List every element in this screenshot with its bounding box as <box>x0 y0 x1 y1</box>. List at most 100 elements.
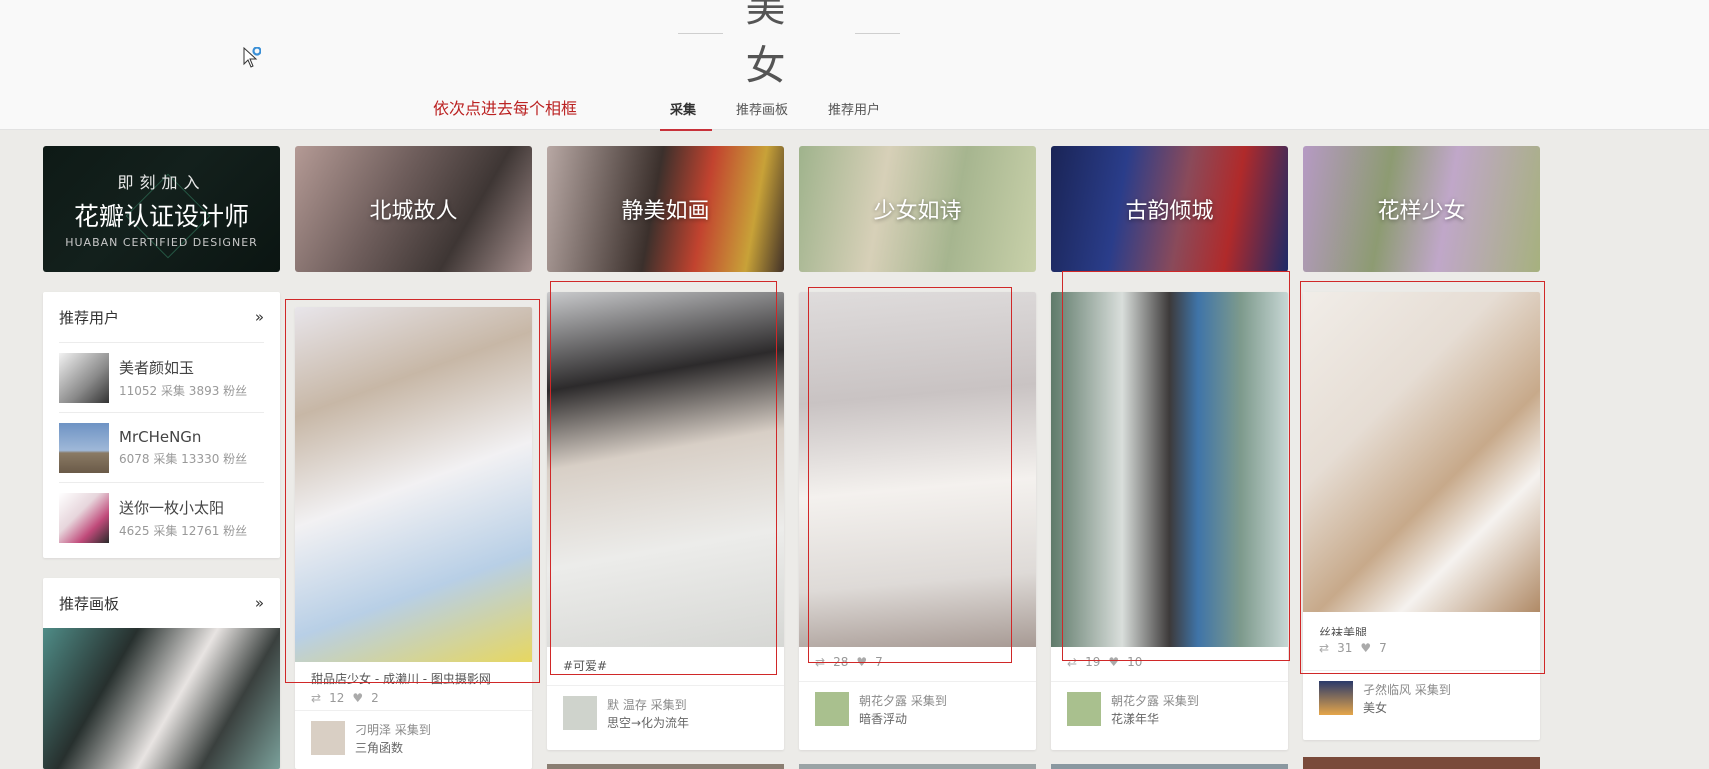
banner-tile-label: 花样少女 <box>1377 199 1466 224</box>
category-title-wrap: 美女 <box>678 0 901 89</box>
collector-info: 朝花夕露 采集到 花漾年华 <box>1111 692 1199 728</box>
repin-count: 19 <box>1085 655 1101 669</box>
like-count: 7 <box>1379 641 1387 655</box>
user-name[interactable]: 美者颜如玉 <box>119 357 247 378</box>
tab-pins[interactable]: 采集 <box>659 95 713 131</box>
recommended-boards-title: 推荐画板 <box>59 594 120 613</box>
collector-name[interactable]: 默 温存 采集到 <box>607 696 689 714</box>
recommended-users-header[interactable]: 推荐用户 » <box>43 292 280 342</box>
pin-footer: 朝花夕露 采集到 暗香浮动 <box>799 681 1036 738</box>
collector-avatar[interactable] <box>1319 681 1353 715</box>
collector-info: 朝花夕露 采集到 暗香浮动 <box>859 692 947 728</box>
pin-footer: 刁明泽 采集到 三角函数 <box>295 710 532 767</box>
category-title: 美女 <box>745 0 792 89</box>
pin-image[interactable] <box>1051 292 1288 647</box>
collector-board[interactable]: 思空→化为流年 <box>607 714 689 732</box>
pin-card[interactable]: 丝袜美腿 ⇄ 31 ♥ 7 孑然临风 采集到 美女 <box>1303 292 1540 740</box>
pin-stats: ⇄ 28 ♥ 7 <box>799 647 1036 671</box>
more-arrow-icon[interactable]: » <box>255 308 264 326</box>
banner-tile-label: 古韵倾城 <box>1125 199 1214 224</box>
avatar[interactable] <box>59 422 109 473</box>
tab-recommended-users[interactable]: 推荐用户 <box>828 95 880 130</box>
collector-board[interactable]: 暗香浮动 <box>859 710 947 728</box>
pin-description: 甜品店少女 - 成濑川 - 图虫摄影网 <box>311 672 491 686</box>
collector-avatar[interactable] <box>311 721 345 755</box>
designer-banner[interactable]: 即刻加入 花瓣认证设计师 HUABAN CERTIFIED DESIGNER <box>43 146 280 272</box>
collector-avatar[interactable] <box>563 696 597 730</box>
banner-tile[interactable]: 北城故人 <box>295 146 532 272</box>
collector-avatar[interactable] <box>1067 692 1101 726</box>
page-header: 美女 依次点进去每个相框 采集 推荐画板 推荐用户 <box>0 0 1709 131</box>
recommended-users-title: 推荐用户 <box>59 308 120 327</box>
user-name[interactable]: 送你一枚小太阳 <box>119 497 247 518</box>
pin-image[interactable] <box>547 292 784 647</box>
heart-icon: ♥ <box>352 691 364 705</box>
user-info: 美者颜如玉 11052 采集 3893 粉丝 <box>119 357 247 399</box>
heart-icon: ♥ <box>1360 641 1372 655</box>
banner-tile[interactable]: 静美如画 <box>547 146 784 272</box>
banner-tile[interactable]: 少女如诗 <box>799 146 1036 272</box>
collector-info: 默 温存 采集到 思空→化为流年 <box>607 696 689 732</box>
collector-board[interactable]: 美女 <box>1363 699 1451 717</box>
next-pin-preview <box>799 764 1036 769</box>
mouse-cursor-icon <box>243 47 261 68</box>
heart-icon: ♥ <box>1108 655 1120 669</box>
pin-footer: 孑然临风 采集到 美女 <box>1303 670 1540 727</box>
heart-icon: ♥ <box>856 655 868 669</box>
collector-board[interactable]: 三角函数 <box>355 739 431 757</box>
repin-icon: ⇄ <box>1319 641 1330 655</box>
collector-board[interactable]: 花漾年华 <box>1111 710 1199 728</box>
board-cover-image[interactable] <box>43 628 280 769</box>
pin-image[interactable] <box>799 292 1036 647</box>
banner-tile[interactable]: 花样少女 <box>1303 146 1540 272</box>
avatar[interactable] <box>59 492 109 543</box>
user-name[interactable]: MrCHeNGn <box>119 428 247 446</box>
title-rule-left <box>678 32 724 34</box>
pin-image[interactable] <box>1303 292 1540 612</box>
pin-description: #可爱# <box>563 659 608 671</box>
like-count: 2 <box>371 691 379 705</box>
next-pin-preview <box>1051 764 1288 769</box>
designer-banner-line1: 即刻加入 <box>117 173 206 192</box>
collector-name[interactable]: 孑然临风 采集到 <box>1363 681 1451 699</box>
repin-count: 31 <box>1337 641 1353 655</box>
user-row[interactable]: 美者颜如玉 11052 采集 3893 粉丝 <box>59 342 264 412</box>
repin-count: 28 <box>833 655 849 669</box>
pin-image[interactable] <box>295 307 532 662</box>
collector-avatar[interactable] <box>815 692 849 726</box>
pin-card[interactable]: #可爱# 默 温存 采集到 思空→化为流年 <box>547 292 784 750</box>
repin-count: 12 <box>329 691 345 705</box>
banner-tile-label: 北城故人 <box>369 199 458 224</box>
avatar[interactable] <box>59 352 109 403</box>
title-rule-right <box>854 32 901 34</box>
category-tabs: 采集 推荐画板 推荐用户 <box>659 95 920 131</box>
banner-tile-label: 静美如画 <box>621 199 710 224</box>
pin-stats: ⇄ 12 ♥ 2 <box>295 686 532 710</box>
pin-card[interactable]: 甜品店少女 - 成濑川 - 图虫摄影网 ⇄ 12 ♥ 2 刁明泽 采集到 三角函数 <box>295 307 532 769</box>
repin-icon: ⇄ <box>1067 655 1078 669</box>
user-row[interactable]: MrCHeNGn 6078 采集 13330 粉丝 <box>59 412 264 482</box>
banner-tile[interactable]: 古韵倾城 <box>1051 146 1288 272</box>
user-row[interactable]: 送你一枚小太阳 4625 采集 12761 粉丝 <box>59 482 264 552</box>
pin-card[interactable]: ⇄ 19 ♥ 10 朝花夕露 采集到 花漾年华 <box>1051 292 1288 750</box>
user-stats: 11052 采集 3893 粉丝 <box>119 383 248 398</box>
repin-icon: ⇄ <box>311 691 322 705</box>
recommended-boards-header[interactable]: 推荐画板 » <box>43 578 280 628</box>
annotation-note: 依次点进去每个相框 <box>433 99 578 118</box>
pin-footer: 朝花夕露 采集到 花漾年华 <box>1051 681 1288 738</box>
banner-tile-label: 少女如诗 <box>873 199 962 224</box>
pin-stats: ⇄ 31 ♥ 7 <box>1303 636 1540 660</box>
pin-card[interactable]: ⇄ 28 ♥ 7 朝花夕露 采集到 暗香浮动 <box>799 292 1036 750</box>
designer-banner-line3: HUABAN CERTIFIED DESIGNER <box>65 236 258 249</box>
collector-name[interactable]: 朝花夕露 采集到 <box>1111 692 1199 710</box>
tab-recommended-boards[interactable]: 推荐画板 <box>736 95 788 130</box>
user-stats: 6078 采集 13330 粉丝 <box>119 452 248 466</box>
like-count: 7 <box>875 655 883 669</box>
collector-name[interactable]: 刁明泽 采集到 <box>355 721 431 739</box>
user-info: 送你一枚小太阳 4625 采集 12761 粉丝 <box>119 497 247 539</box>
pin-footer: 默 温存 采集到 思空→化为流年 <box>547 685 784 742</box>
collector-name[interactable]: 朝花夕露 采集到 <box>859 692 947 710</box>
more-arrow-icon[interactable]: » <box>255 594 264 612</box>
user-info: MrCHeNGn 6078 采集 13330 粉丝 <box>119 428 247 467</box>
recommended-boards-card: 推荐画板 » <box>43 578 280 769</box>
